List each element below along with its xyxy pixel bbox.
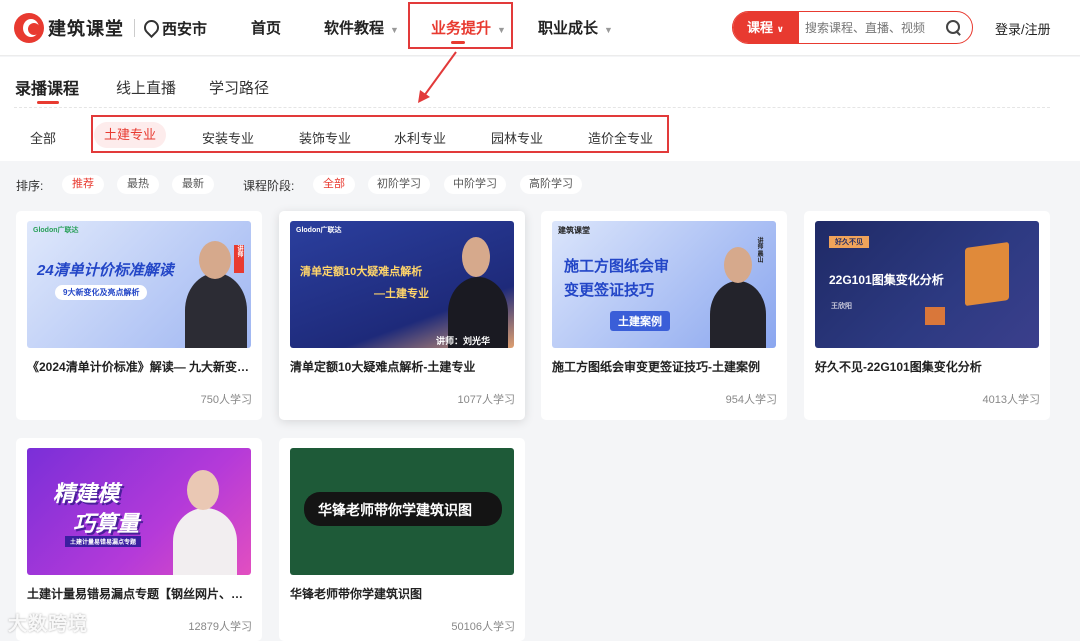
presenter-image <box>173 508 237 575</box>
course-title[interactable]: 好久不见-22G101图集变化分析 <box>815 358 1039 375</box>
stage-beginner[interactable]: 初阶学习 <box>368 175 430 194</box>
course-title[interactable]: 施工方图纸会审变更签证技巧-土建案例 <box>552 358 776 375</box>
learner-count: 12879人学习 <box>188 621 252 633</box>
course-title[interactable]: 《2024清单计价标准》解读— 九大新变化及亮点解析 <box>27 358 251 375</box>
course-title[interactable]: 土建计量易错易漏点专题【钢丝网片、… <box>27 585 251 602</box>
learner-count: 50106人学习 <box>451 621 515 633</box>
course-card[interactable]: 好久不见 22G101图集变化分析 王欣阳 好久不见-22G101图集变化分析 … <box>804 211 1050 420</box>
course-thumbnail: 华锋老师带你学建筑识图 <box>290 448 514 575</box>
thumbnail-tag: 讲师 <box>234 245 244 273</box>
presenter-image <box>185 273 247 348</box>
thumbnail-brand: 建筑课堂 <box>558 226 590 235</box>
presenter-face <box>187 470 219 510</box>
sort-label: 排序: <box>16 179 44 193</box>
course-thumbnail: Glodon广联达 清单定额10大疑难点解析 —土建专业 讲师：刘光华 <box>290 221 514 348</box>
course-title[interactable]: 清单定额10大疑难点解析-土建专业 <box>290 358 514 375</box>
course-card[interactable]: 华锋老师带你学建筑识图 华锋老师带你学建筑识图 50106人学习 <box>279 438 525 641</box>
course-thumbnail: 好久不见 22G101图集变化分析 王欣阳 <box>815 221 1039 348</box>
learner-count: 750人学习 <box>200 394 252 406</box>
learner-count: 1077人学习 <box>457 394 515 406</box>
stage-all[interactable]: 全部 <box>313 175 355 194</box>
thumbnail-brand: Glodon广联达 <box>33 227 79 234</box>
course-thumbnail: 建筑课堂 施工方图纸会审 变更签证技巧 土建案例 讲师 晨山 <box>552 221 776 348</box>
thumbnail-headline: 精建模 <box>53 481 120 506</box>
thumbnail-subtitle: 变更签证技巧 <box>564 282 655 299</box>
course-thumbnail: 精建模 巧算量 土建计量易错易漏点专题 <box>27 448 251 575</box>
presenter-face <box>724 247 752 283</box>
thumbnail-subtitle: 9大新变化及亮点解析 <box>55 285 148 300</box>
thumbnail-headline: 清单定额10大疑难点解析 <box>300 266 423 278</box>
thumbnail-headline: 24清单计价标准解读 <box>37 262 174 279</box>
thumbnail-brand: Glodon广联达 <box>296 227 342 234</box>
thumbnail-subtitle: 巧算量 <box>73 511 140 536</box>
course-card[interactable]: Glodon广联达 清单定额10大疑难点解析 —土建专业 讲师：刘光华 清单定额… <box>279 211 525 420</box>
thumbnail-subtitle: 王欣阳 <box>831 303 852 310</box>
thumbnail-tag: 土建案例 <box>610 311 670 331</box>
annotation-arrow-icon <box>418 51 457 103</box>
sort-recommended[interactable]: 推荐 <box>62 175 104 194</box>
course-card[interactable]: 建筑课堂 施工方图纸会审 变更签证技巧 土建案例 讲师 晨山 施工方图纸会审变更… <box>541 211 787 420</box>
thumbnail-headline: 22G101图集变化分析 <box>829 273 944 287</box>
thumbnail-tag: 讲师：刘光华 <box>436 336 491 346</box>
presenter-face <box>462 237 490 277</box>
book-illustration <box>965 241 1009 307</box>
watermark: 大数跨境 <box>8 614 89 635</box>
thumbnail-headline: 华锋老师带你学建筑识图 <box>318 502 472 518</box>
course-title[interactable]: 华锋老师带你学建筑识图 <box>290 585 514 602</box>
sort-newest[interactable]: 最新 <box>172 175 214 194</box>
course-card[interactable]: Glodon广联达 24清单计价标准解读 9大新变化及亮点解析 讲师 《2024… <box>16 211 262 420</box>
learner-count: 4013人学习 <box>982 394 1040 406</box>
thumbnail-brand: 好久不见 <box>829 236 869 248</box>
learner-count: 954人学习 <box>725 394 777 406</box>
stage-label: 课程阶段: <box>243 179 295 193</box>
stage-advanced[interactable]: 高阶学习 <box>520 175 582 194</box>
presenter-face <box>199 241 231 279</box>
cube-illustration <box>925 307 945 325</box>
thumbnail-teacher: 讲师 晨山 <box>756 237 762 263</box>
stage-intermediate[interactable]: 中阶学习 <box>444 175 506 194</box>
thumbnail-tag: 土建计量易错易漏点专题 <box>65 536 142 547</box>
thumbnail-headline: 施工方图纸会审 <box>564 258 670 275</box>
course-thumbnail: Glodon广联达 24清单计价标准解读 9大新变化及亮点解析 讲师 <box>27 221 251 348</box>
presenter-image <box>710 281 766 348</box>
thumbnail-subtitle: —土建专业 <box>374 288 429 300</box>
sort-hottest[interactable]: 最热 <box>117 175 159 194</box>
